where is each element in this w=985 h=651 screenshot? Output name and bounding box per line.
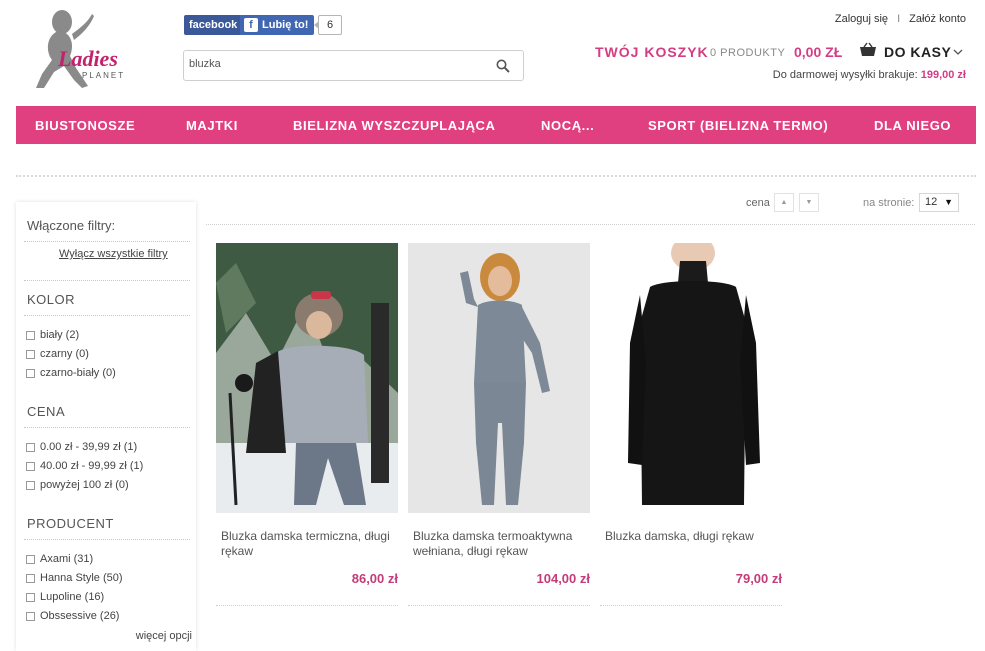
filter-option-label: czarno-biały (0) bbox=[40, 367, 116, 379]
divider bbox=[16, 175, 976, 177]
product-name[interactable]: Bluzka damska termiczna, długi rękaw bbox=[216, 529, 398, 561]
product-image[interactable] bbox=[216, 243, 398, 513]
divider bbox=[24, 539, 190, 540]
active-filters-title: Włączone filtry: bbox=[27, 218, 116, 233]
logo-subtext: PLANET bbox=[82, 71, 125, 80]
nav-item-biustonosze[interactable]: BIUSTONOSZE bbox=[35, 118, 135, 133]
product-price: 104,00 zł bbox=[536, 571, 591, 586]
divider bbox=[600, 605, 782, 606]
filter-option-label: biały (2) bbox=[40, 329, 80, 341]
checkbox[interactable] bbox=[26, 554, 35, 564]
like-count: 6 bbox=[314, 15, 342, 35]
product-image[interactable] bbox=[600, 243, 782, 513]
checkbox[interactable] bbox=[26, 461, 35, 471]
facebook-like-button[interactable]: f Lubię to! bbox=[240, 15, 315, 35]
facebook-icon: f bbox=[244, 18, 258, 32]
dropdown-arrow-icon: ▼ bbox=[944, 197, 953, 207]
search-icon[interactable] bbox=[495, 58, 511, 74]
filter-option[interactable]: Axami (31) bbox=[26, 553, 93, 565]
product-name[interactable]: Bluzka damska termoaktywna wełniana, dłu… bbox=[408, 529, 590, 561]
product-price: 86,00 zł bbox=[351, 571, 398, 586]
nav-item-sport[interactable]: SPORT (BIELIZNA TERMO) bbox=[648, 118, 828, 133]
filter-option-label: Lupoline (16) bbox=[40, 591, 105, 603]
free-shipping-info: Do darmowej wysyłki brakuje: 199,00 zł bbox=[773, 69, 966, 81]
product-name[interactable]: Bluzka damska, długi rękaw bbox=[600, 529, 782, 561]
shipping-amount: 199,00 zł bbox=[920, 69, 966, 81]
filter-option-label: 0.00 zł - 39,99 zł (1) bbox=[40, 441, 138, 453]
filter-section-title: CENA bbox=[27, 404, 66, 419]
per-page-value: 12 bbox=[925, 196, 938, 208]
divider bbox=[24, 241, 190, 242]
product-card[interactable]: Bluzka damska termiczna, długi rękaw 86,… bbox=[216, 243, 398, 606]
filter-option-label: Obssessive (26) bbox=[40, 610, 120, 622]
checkout-button[interactable]: DO KASY bbox=[884, 44, 951, 60]
search-input[interactable] bbox=[189, 58, 479, 70]
divider bbox=[216, 605, 398, 606]
login-link[interactable]: Zaloguj się bbox=[835, 13, 888, 25]
filter-option[interactable]: Obssessive (26) bbox=[26, 610, 119, 622]
filter-option[interactable]: Hanna Style (50) bbox=[26, 572, 123, 584]
sort-desc-button[interactable]: ▼ bbox=[799, 193, 819, 212]
divider bbox=[206, 224, 975, 225]
checkbox[interactable] bbox=[26, 611, 35, 621]
filter-option[interactable]: Lupoline (16) bbox=[26, 591, 104, 603]
divider bbox=[408, 605, 590, 606]
per-page-select[interactable]: 12 ▼ bbox=[919, 193, 959, 212]
filter-section-title: KOLOR bbox=[27, 292, 76, 307]
logo-text: Ladies bbox=[57, 46, 118, 71]
filter-option-label: 40.00 zł - 99,99 zł (1) bbox=[40, 460, 144, 472]
filter-option-label: powyżej 100 zł (0) bbox=[40, 479, 129, 491]
nav-item-bielizna-wyszczuplajaca[interactable]: BIELIZNA WYSZCZUPLAJĄCA bbox=[293, 118, 496, 133]
more-options-link[interactable]: więcej opcji bbox=[136, 630, 192, 642]
filter-option-label: Axami (31) bbox=[40, 553, 94, 565]
filter-section-title: PRODUCENT bbox=[27, 516, 114, 531]
divider bbox=[24, 427, 190, 428]
checkbox[interactable] bbox=[26, 592, 35, 602]
account-separator: I bbox=[897, 13, 901, 25]
cart-count: 0 PRODUKTY bbox=[710, 47, 786, 59]
basket-icon bbox=[860, 42, 876, 56]
divider bbox=[24, 315, 190, 316]
facebook-like-label: Lubię to! bbox=[262, 19, 309, 31]
product-card[interactable]: Bluzka damska termoaktywna wełniana, dłu… bbox=[408, 243, 590, 606]
sort-label: cena bbox=[746, 197, 770, 209]
filter-option-label: Hanna Style (50) bbox=[40, 572, 123, 584]
divider bbox=[24, 280, 190, 281]
register-link[interactable]: Załóż konto bbox=[909, 13, 966, 25]
filter-option-label: czarny (0) bbox=[40, 348, 89, 360]
chevron-down-icon[interactable] bbox=[953, 47, 963, 57]
filter-sidebar: Włączone filtry: Wyłącz wszystkie filtry… bbox=[16, 202, 196, 651]
filter-option[interactable]: powyżej 100 zł (0) bbox=[26, 479, 129, 491]
checkbox[interactable] bbox=[26, 442, 35, 452]
main-nav: BIUSTONOSZE MAJTKI BIELIZNA WYSZCZUPLAJĄ… bbox=[16, 106, 976, 144]
filter-option[interactable]: 40.00 zł - 99,99 zł (1) bbox=[26, 460, 143, 472]
cart-label[interactable]: TWÓJ KOSZYK bbox=[595, 44, 709, 60]
filter-option[interactable]: 0.00 zł - 39,99 zł (1) bbox=[26, 441, 137, 453]
nav-item-majtki[interactable]: MAJTKI bbox=[186, 118, 238, 133]
checkbox[interactable] bbox=[26, 349, 35, 359]
product-price: 79,00 zł bbox=[735, 571, 782, 586]
filter-option[interactable]: czarny (0) bbox=[26, 348, 89, 360]
search-box bbox=[183, 50, 524, 81]
filter-option[interactable]: biały (2) bbox=[26, 329, 79, 341]
sort-asc-button[interactable]: ▲ bbox=[774, 193, 794, 212]
product-card[interactable]: Bluzka damska, długi rękaw 79,00 zł bbox=[600, 243, 782, 606]
checkbox[interactable] bbox=[26, 573, 35, 583]
nav-item-dla-niego[interactable]: DLA NIEGO bbox=[874, 118, 951, 133]
filter-option[interactable]: czarno-biały (0) bbox=[26, 367, 116, 379]
product-image[interactable] bbox=[408, 243, 590, 513]
shipping-label: Do darmowej wysyłki brakuje: bbox=[772, 69, 918, 81]
cart-total: 0,00 ZŁ bbox=[794, 44, 843, 60]
checkbox[interactable] bbox=[26, 480, 35, 490]
checkbox[interactable] bbox=[26, 368, 35, 378]
nav-item-noca[interactable]: NOCĄ... bbox=[541, 118, 594, 133]
logo[interactable]: Ladies PLANET bbox=[16, 8, 140, 90]
per-page-label: na stronie: bbox=[863, 197, 915, 209]
facebook-share-label: facebook bbox=[189, 19, 238, 31]
facebook-share-button[interactable]: facebook bbox=[184, 15, 243, 35]
clear-filters-link[interactable]: Wyłącz wszystkie filtry bbox=[59, 248, 168, 260]
account-links: Zaloguj się I Załóż konto bbox=[835, 13, 966, 25]
checkbox[interactable] bbox=[26, 330, 35, 340]
